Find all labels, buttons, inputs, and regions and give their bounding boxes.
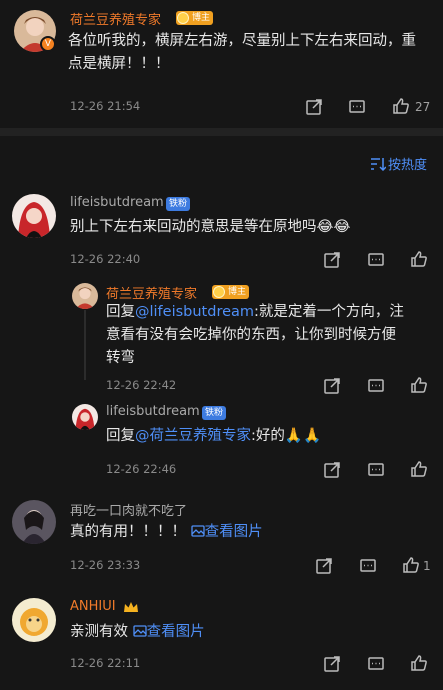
comment-author[interactable]: 再吃一口肉就不吃了 xyxy=(70,500,187,519)
verified-icon: V xyxy=(40,36,56,52)
reply-thread-line xyxy=(84,310,86,380)
avatar[interactable] xyxy=(72,404,98,430)
reply-prefix: 回复 xyxy=(106,304,135,320)
avatar[interactable] xyxy=(72,283,98,309)
comment-icon[interactable] xyxy=(367,377,385,395)
mention-link[interactable]: @荷兰豆养殖专家 xyxy=(135,428,251,444)
comment-icon[interactable] xyxy=(367,655,385,673)
comment-text: 各位听我的，横屏左右游，尽量别上下左右来回动，重点是横屏！！！ xyxy=(68,33,416,72)
share-icon[interactable] xyxy=(305,98,323,116)
reply-prefix: 回复 xyxy=(106,428,135,444)
blogger-badge: 博主 xyxy=(212,285,250,299)
like-icon[interactable] xyxy=(402,556,420,574)
avatar[interactable] xyxy=(12,500,56,544)
comment-author[interactable]: lifeisbutdream xyxy=(70,195,164,210)
sort-by-hot-button[interactable]: 按热度 xyxy=(370,154,427,173)
comment-body: 真的有用！！！！ xyxy=(70,524,186,540)
share-icon[interactable] xyxy=(323,655,341,673)
share-icon[interactable] xyxy=(323,251,341,269)
reply-time: 12-26 22:46 xyxy=(106,462,177,476)
like-count: 27 xyxy=(415,100,431,114)
comment-time: 12-26 21:54 xyxy=(70,99,141,113)
avatar[interactable] xyxy=(12,598,56,642)
mention-link[interactable]: @lifeisbutdream xyxy=(135,304,254,320)
like-icon[interactable] xyxy=(392,97,410,115)
image-icon xyxy=(190,525,205,537)
like-icon[interactable] xyxy=(410,250,428,268)
share-icon[interactable] xyxy=(323,461,341,479)
comment-text: 亲测有效 查看图片 xyxy=(70,621,430,644)
comment-author[interactable]: ANHIUI xyxy=(70,599,116,614)
comment-text: 别上下左右来回动的意思是等在原地吗😂😂 xyxy=(70,219,351,235)
reply-body: :好的🙏🙏 xyxy=(251,428,321,444)
comment-author[interactable]: 荷兰豆养殖专家 xyxy=(70,9,161,28)
comment-time: 12-26 23:33 xyxy=(70,558,141,572)
comment-text: 真的有用！！！！ 查看图片 xyxy=(70,521,430,544)
comment-time: 12-26 22:40 xyxy=(70,252,141,266)
crown-icon xyxy=(124,602,138,612)
comment-icon[interactable] xyxy=(348,98,366,116)
avatar[interactable] xyxy=(12,194,56,238)
reply-author[interactable]: 荷兰豆养殖专家 xyxy=(106,283,197,302)
view-image-link[interactable]: 查看图片 xyxy=(132,624,205,640)
sort-label: 按热度 xyxy=(387,158,427,173)
reply-time: 12-26 22:42 xyxy=(106,378,177,392)
reply-text: 回复@lifeisbutdream:就是定着一个方向，注意看有没有会吃掉你的东西… xyxy=(106,301,406,370)
image-icon xyxy=(132,625,147,637)
share-icon[interactable] xyxy=(323,377,341,395)
comment-icon[interactable] xyxy=(367,461,385,479)
comment-icon[interactable] xyxy=(367,251,385,269)
fan-badge: 铁粉 xyxy=(166,197,191,211)
view-image-link[interactable]: 查看图片 xyxy=(190,524,263,540)
share-icon[interactable] xyxy=(315,557,333,575)
reply-text: 回复@荷兰豆养殖专家:好的🙏🙏 xyxy=(106,425,426,448)
blogger-badge: 博主 xyxy=(176,11,214,25)
comment-icon[interactable] xyxy=(359,557,377,575)
like-icon[interactable] xyxy=(410,376,428,394)
comment-time: 12-26 22:11 xyxy=(70,656,141,670)
comment-body: 亲测有效 xyxy=(70,624,128,640)
like-icon[interactable] xyxy=(410,460,428,478)
sort-icon xyxy=(370,157,386,171)
like-icon[interactable] xyxy=(410,654,428,672)
fan-badge: 铁粉 xyxy=(202,406,227,420)
like-count: 1 xyxy=(423,559,431,573)
reply-author[interactable]: lifeisbutdream xyxy=(106,404,200,419)
divider xyxy=(0,128,443,136)
